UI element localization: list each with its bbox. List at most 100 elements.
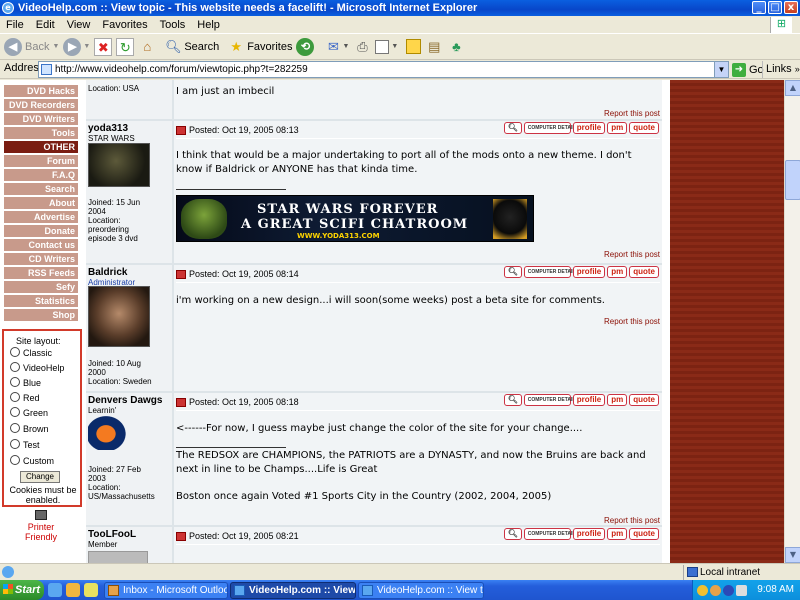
report-post-link[interactable]: Report this post (604, 109, 660, 118)
nav-rss-feeds[interactable]: RSS Feeds (4, 267, 78, 280)
forward-button[interactable]: ▶ ▼ (63, 36, 90, 58)
nav-tools[interactable]: Tools (4, 127, 78, 140)
vertical-scrollbar[interactable]: ▲ ▼ (784, 80, 800, 563)
radio-red[interactable] (10, 392, 20, 402)
address-dropdown-icon[interactable]: ▼ (714, 61, 729, 78)
nav-sefy[interactable]: Sefy (4, 281, 78, 294)
radio-brown[interactable] (10, 423, 20, 433)
nav-dvd-recorders[interactable]: DVD Recorders (4, 99, 78, 112)
close-button[interactable]: x (784, 1, 798, 14)
go-button[interactable]: ➜ Go (732, 61, 764, 78)
report-post-link[interactable]: Report this post (604, 516, 660, 525)
computer-details-button[interactable]: COMPUTER DETAILS (523, 122, 579, 134)
profile-button[interactable]: profile (572, 394, 606, 406)
radio-custom[interactable] (10, 455, 20, 465)
window-title-bar[interactable]: e VideoHelp.com :: View topic - This web… (0, 0, 800, 16)
username[interactable]: Denvers Dawgs (88, 395, 162, 406)
nav-contact-us[interactable]: Contact us (4, 239, 78, 252)
search-user-posts-button[interactable]: 🔍︎ (503, 394, 522, 406)
search-button[interactable]: 🔍︎ Search (164, 36, 219, 58)
nav-advertise[interactable]: Advertise (4, 211, 78, 224)
start-button[interactable]: Start (0, 580, 44, 600)
change-layout-button[interactable]: Change (20, 471, 60, 483)
research-button[interactable]: ▤ (425, 36, 443, 58)
menu-view[interactable]: View (61, 19, 97, 31)
nav-faq[interactable]: F.A.Q (4, 169, 78, 182)
forward-dropdown-icon[interactable]: ▼ (83, 43, 90, 50)
pm-button[interactable]: pm (607, 528, 628, 540)
report-post-link[interactable]: Report this post (604, 317, 660, 326)
search-user-posts-button[interactable]: 🔍︎ (503, 122, 522, 134)
nav-search[interactable]: Search (4, 183, 78, 196)
desktop-quicklaunch-icon[interactable] (84, 583, 98, 597)
pm-button[interactable]: pm (607, 266, 628, 278)
nav-forum[interactable]: Forum (4, 155, 78, 168)
nav-cd-writers[interactable]: CD Writers (4, 253, 78, 266)
computer-details-button[interactable]: COMPUTER DETAILS (523, 528, 579, 540)
edit-dropdown-icon[interactable]: ▼ (391, 43, 398, 50)
scroll-thumb[interactable] (785, 160, 800, 200)
report-post-link[interactable]: Report this post (604, 250, 660, 259)
pm-button[interactable]: pm (607, 394, 628, 406)
edit-button[interactable]: ▼ (375, 36, 398, 58)
nav-dvd-hacks[interactable]: DVD Hacks (4, 85, 78, 98)
pm-button[interactable]: pm (607, 122, 628, 134)
computer-details-button[interactable]: COMPUTER DETAILS (523, 266, 579, 278)
username[interactable]: Baldrick (88, 267, 127, 278)
quote-button[interactable]: quote (629, 266, 659, 278)
messenger-button[interactable]: ♣ (447, 36, 465, 58)
tray-icon[interactable] (697, 585, 708, 596)
scroll-up-icon[interactable]: ▲ (785, 80, 800, 96)
quote-button[interactable]: quote (629, 394, 659, 406)
task-videohelp-active[interactable]: VideoHelp.com :: View... (230, 582, 356, 599)
nav-shop[interactable]: Shop (4, 309, 78, 322)
nav-other[interactable]: OTHER (4, 141, 78, 154)
outlook-quicklaunch-icon[interactable] (66, 583, 80, 597)
stop-button[interactable]: ✖ (94, 36, 113, 58)
menu-help[interactable]: Help (191, 19, 226, 31)
nav-donate[interactable]: Donate (4, 225, 78, 238)
search-user-posts-button[interactable]: 🔍︎ (503, 266, 522, 278)
scroll-down-icon[interactable]: ▼ (785, 547, 800, 563)
profile-button[interactable]: profile (572, 122, 606, 134)
mail-dropdown-icon[interactable]: ▼ (342, 43, 349, 50)
links-toolbar[interactable]: Links » (762, 61, 800, 78)
radio-videohelp[interactable] (10, 362, 20, 372)
search-user-posts-button[interactable]: 🔍︎ (503, 528, 522, 540)
radio-green[interactable] (10, 407, 20, 417)
profile-button[interactable]: profile (572, 266, 606, 278)
computer-details-button[interactable]: COMPUTER DETAILS (523, 394, 579, 406)
nav-about[interactable]: About (4, 197, 78, 210)
print-button[interactable]: ⎙ (353, 36, 371, 58)
favorites-button[interactable]: ★ Favorites (227, 36, 292, 58)
printer-friendly-link[interactable]: Printer Friendly (12, 510, 70, 542)
back-dropdown-icon[interactable]: ▼ (52, 43, 59, 50)
username[interactable]: yoda313 (88, 123, 128, 134)
refresh-button[interactable]: ↻ (116, 36, 135, 58)
menu-favorites[interactable]: Favorites (96, 19, 153, 31)
mail-tray-icon[interactable] (736, 585, 747, 596)
quote-button[interactable]: quote (629, 122, 659, 134)
signature-banner[interactable]: STAR WARS FOREVER A GREAT SCIFI CHATROOM… (176, 195, 534, 242)
home-button[interactable]: ⌂ (138, 36, 156, 58)
tray-icon[interactable] (723, 585, 734, 596)
minimize-button[interactable]: _ (752, 1, 766, 14)
radio-blue[interactable] (10, 377, 20, 387)
task-outlook[interactable]: Inbox - Microsoft Outlook (104, 582, 228, 599)
profile-button[interactable]: profile (572, 528, 606, 540)
back-button[interactable]: ◀ Back ▼ (4, 36, 59, 58)
history-button[interactable]: ⟲ (296, 36, 315, 58)
address-input[interactable]: http://www.videohelp.com/forum/viewtopic… (38, 61, 715, 78)
username[interactable]: TooLFooL (88, 529, 136, 540)
task-videohelp[interactable]: VideoHelp.com :: View to... (358, 582, 484, 599)
radio-test[interactable] (10, 439, 20, 449)
quote-button[interactable]: quote (629, 528, 659, 540)
nav-statistics[interactable]: Statistics (4, 295, 78, 308)
menu-file[interactable]: File (0, 19, 30, 31)
ie-quicklaunch-icon[interactable] (48, 583, 62, 597)
menu-edit[interactable]: Edit (30, 19, 61, 31)
nav-dvd-writers[interactable]: DVD Writers (4, 113, 78, 126)
menu-tools[interactable]: Tools (154, 19, 192, 31)
radio-classic[interactable] (10, 347, 20, 357)
tray-icon[interactable] (710, 585, 721, 596)
